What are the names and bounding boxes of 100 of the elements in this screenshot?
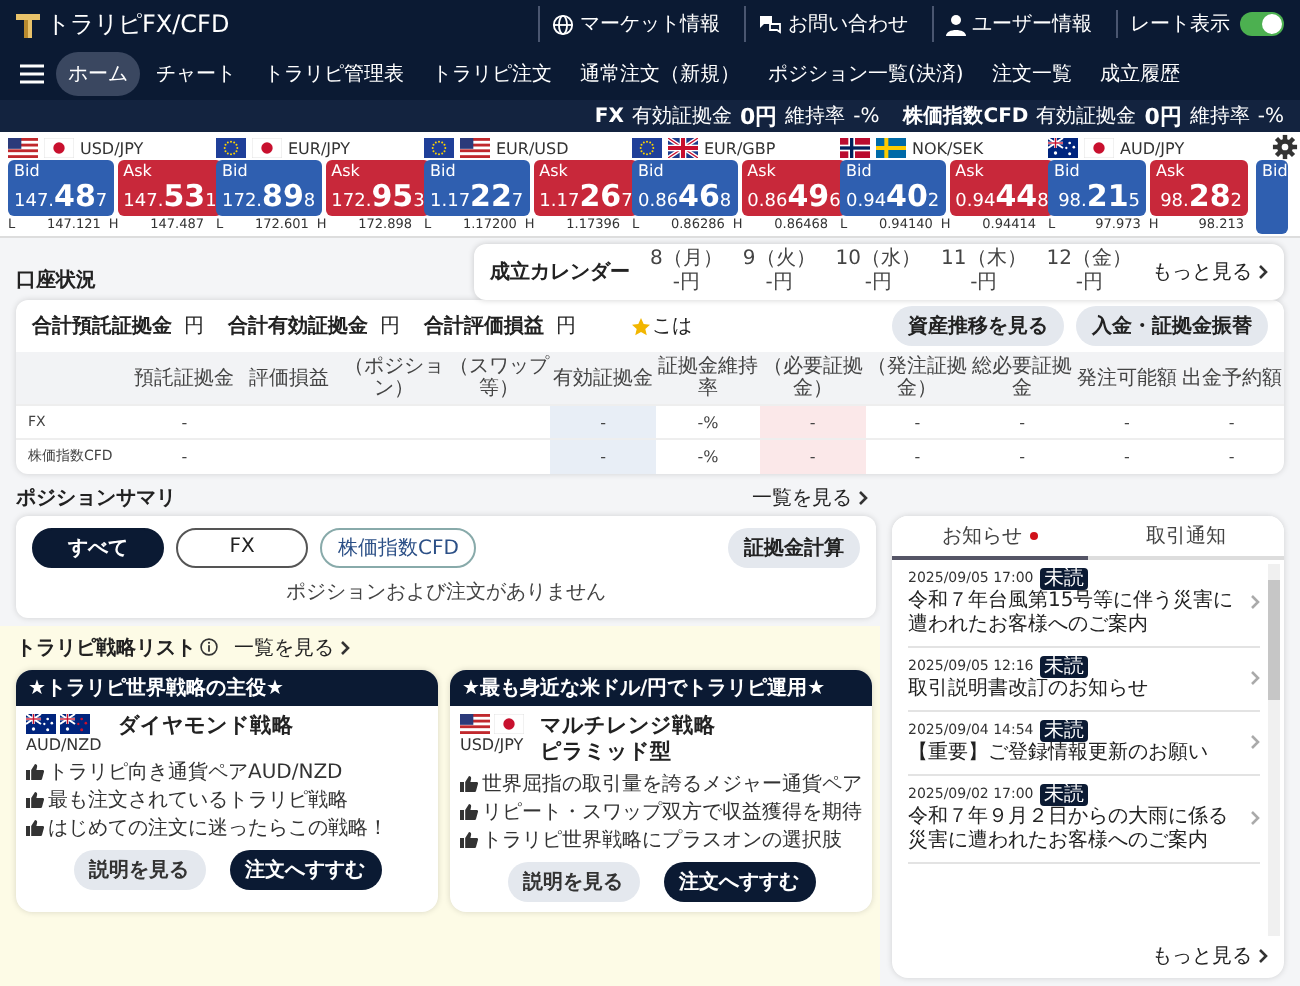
table-cell: - (760, 439, 866, 473)
more-link[interactable]: もっと見る (1152, 942, 1268, 970)
flag-icon (632, 138, 662, 158)
info-icon (200, 638, 218, 656)
menu-icon (20, 64, 44, 84)
column-header: 証拠金維持率 (655, 352, 761, 405)
details-button[interactable]: 説明を見る (507, 861, 639, 901)
column-header: （必要証拠金） (760, 352, 866, 405)
ask-button[interactable]: Ask 1.17267 (533, 160, 639, 216)
user-icon (946, 13, 966, 35)
unit-label: 円 (184, 314, 204, 340)
total-label: 合計評価損益 (424, 313, 544, 340)
logo-icon (16, 11, 40, 37)
nav-tab[interactable]: チャート (144, 52, 248, 96)
toggle-label: レート表示 (1130, 11, 1230, 38)
table-cell: - (1074, 405, 1180, 439)
thumbs-up-icon (26, 791, 44, 807)
bid-button[interactable]: Bid 1.17227 (424, 160, 530, 216)
nav-tab[interactable]: ポジション一覧(決済) (756, 52, 976, 96)
ask-button[interactable]: Ask 147.531 (117, 160, 223, 216)
bid-button[interactable]: Bid 147.487 (8, 160, 114, 216)
section-title: ポジションサマリ (16, 486, 176, 512)
day-label: 8（月） (650, 248, 723, 272)
more-link[interactable]: 一覧を見る (752, 484, 868, 512)
scrollbar[interactable] (1268, 563, 1280, 936)
ask-button[interactable]: Ask 98.282 (1150, 160, 1248, 216)
ask-button[interactable]: Ask 0.86496 (741, 160, 847, 216)
nav-tab[interactable]: 通常注文（新規） (568, 52, 752, 96)
details-button[interactable]: 説明を見る (73, 849, 205, 889)
filter-chip[interactable]: すべて (32, 527, 164, 567)
column-header: 預託証拠金 (132, 352, 237, 405)
chat-icon (758, 13, 782, 35)
stat-label: 維持率 (785, 103, 846, 130)
flag-icon (252, 138, 282, 158)
bid-button[interactable]: Bid 0.94402 (840, 160, 946, 216)
action-button[interactable]: 資産推移を見る (892, 306, 1064, 346)
feature-text: はじめての注文に迷ったらこの戦略！ (48, 815, 388, 841)
order-button[interactable]: 注文へすすむ (663, 861, 815, 901)
day-label: 9（火） (742, 248, 816, 272)
unit-label: 円 (556, 314, 576, 340)
day-label: 12（金） (1046, 248, 1132, 272)
bid-button[interactable]: Bid 98.215 (1048, 160, 1146, 216)
bid-button[interactable]: Bid 172.898 (216, 160, 322, 216)
table-cell: - (1074, 439, 1180, 473)
news-tab[interactable]: お知らせ (892, 515, 1088, 559)
ask-button[interactable]: Ask 172.953 (325, 160, 431, 216)
order-button[interactable]: 注文へすすむ (229, 849, 381, 889)
flag-icon (460, 713, 490, 733)
table-cell: - (969, 405, 1075, 439)
column-header: 有効証拠金 (550, 352, 656, 405)
header-link[interactable]: ユーザー情報 (932, 6, 1104, 42)
flag-icon (44, 138, 74, 158)
chevron-right-icon (1250, 670, 1260, 686)
more-link[interactable]: もっと見る (1152, 258, 1268, 286)
bid-button[interactable]: Bid (1256, 160, 1288, 234)
margin-calc-button[interactable]: 証拠金計算 (728, 527, 860, 567)
column-header: 出金予約額 (1179, 352, 1284, 405)
feature-text: リピート・スワップ双方で収益獲得を期待 (482, 799, 862, 825)
nav-tab[interactable]: トラリピ管理表 (252, 52, 416, 96)
currency-pair: NOK/SEK (912, 139, 984, 157)
ask-button[interactable]: Ask 0.94448 (949, 160, 1055, 216)
flag-icon (876, 138, 906, 158)
flag-icon (26, 713, 56, 733)
unit-label: 円 (380, 314, 400, 340)
nav-tab[interactable]: ホーム (56, 52, 140, 96)
column-header: 総必要証拠金 (969, 352, 1075, 405)
table-cell: - (969, 439, 1075, 473)
table-cell: - (132, 405, 237, 439)
table-cell: - (550, 405, 656, 439)
nav-tab[interactable]: トラリピ注文 (420, 52, 564, 96)
margin-value: 0円 (1144, 101, 1182, 131)
day-label: 11（木） (941, 248, 1027, 272)
bid-button[interactable]: Bid 0.86468 (632, 160, 738, 216)
filter-chip[interactable]: FX (176, 527, 308, 567)
margin-value: 0円 (739, 101, 778, 131)
thumbs-up-icon (26, 819, 44, 835)
stat-label: 維持率 (1189, 103, 1250, 130)
table-cell: - (550, 439, 656, 473)
feature-text: トラリピ世界戦略にプラスオンの選択肢 (482, 827, 842, 853)
chevron-right-icon (1250, 810, 1260, 826)
column-header: （発注証拠金） (865, 352, 970, 405)
stat-label: 有効証拠金 (631, 103, 732, 130)
header-link[interactable]: お問い合わせ (744, 6, 920, 42)
action-button[interactable]: 入金・証拠金振替 (1076, 306, 1268, 346)
more-link[interactable]: 一覧を見る (234, 633, 350, 661)
flag-icon (840, 138, 870, 158)
nav-tab[interactable]: 注文一覧 (979, 52, 1084, 96)
flag-icon (460, 138, 490, 158)
nav-tab[interactable]: 成立履歴 (1087, 52, 1192, 96)
feature-text: トラリピ向き通貨ペアAUD/NZD (48, 759, 343, 785)
header-link[interactable]: マーケット情報 (538, 6, 732, 42)
empty-message: ポジションおよび注文がありません (284, 579, 608, 605)
news-tab[interactable]: 取引通知 (1088, 515, 1284, 559)
flag-icon (8, 138, 38, 158)
day-value: -円 (765, 272, 793, 296)
rate-toggle[interactable] (1240, 12, 1284, 36)
feature-text: 世界屈指の取引量を誇るメジャー通貨ペア (482, 771, 862, 797)
settings-button[interactable] (1272, 134, 1298, 160)
filter-chip[interactable]: 株価指数CFD (320, 527, 477, 567)
day-value: -円 (1075, 272, 1103, 296)
